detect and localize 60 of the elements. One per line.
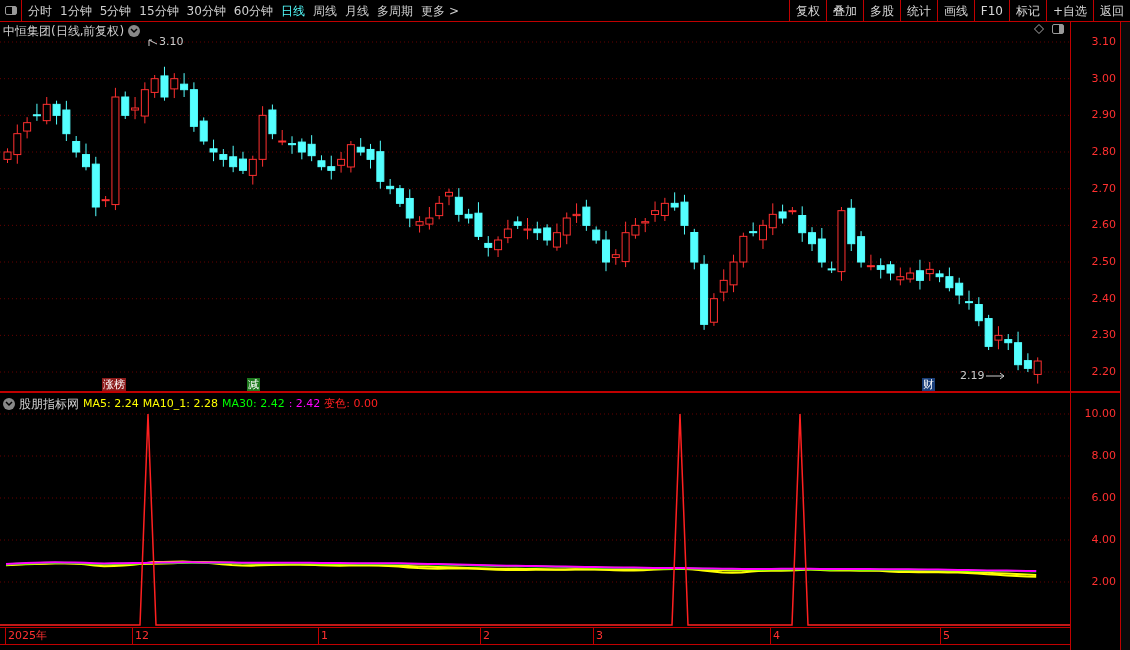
price-tick: 3.00 — [1091, 71, 1116, 86]
indicator-value: MA5: 2.24 — [83, 395, 139, 412]
chart-title: 中恒集团(日线,前复权) — [3, 23, 125, 40]
date-label: 12 — [132, 628, 149, 644]
period-tab[interactable]: 1分钟 — [60, 1, 92, 20]
arrow-icon — [985, 371, 1006, 380]
date-label: 2 — [480, 628, 490, 644]
price-tick: 2.40 — [1091, 291, 1116, 306]
period-tab[interactable]: 60分钟 — [233, 1, 274, 20]
period-tab[interactable]: 多周期 — [377, 1, 414, 20]
toolbar-button[interactable]: F10 — [973, 0, 1009, 21]
toolbar-button[interactable]: 统计 — [899, 0, 937, 21]
arrow-icon — [148, 39, 158, 47]
price-tick: 2.30 — [1091, 328, 1116, 343]
toolbar-button[interactable]: +自选 — [1045, 0, 1093, 21]
indicator-value: : 2.42 — [288, 395, 321, 412]
period-tab[interactable]: 日线 — [281, 1, 306, 20]
event-tag[interactable]: 涨榜 — [102, 378, 126, 391]
price-tick: 2.60 — [1091, 218, 1116, 233]
period-tab[interactable]: 周线 — [313, 1, 338, 20]
event-tag[interactable]: 减 — [247, 378, 260, 391]
date-label: 1 — [318, 628, 328, 644]
indicator-tick: 4.00 — [1091, 533, 1116, 547]
price-tick: 2.20 — [1091, 365, 1116, 379]
date-label: 5 — [940, 628, 950, 644]
indicator-tick: 2.00 — [1091, 575, 1116, 589]
date-label: 4 — [770, 628, 780, 644]
period-tab[interactable]: 分时 — [28, 1, 52, 20]
toolbar-button[interactable]: 复权 — [788, 0, 826, 21]
toolbar-button[interactable]: 画线 — [936, 0, 974, 21]
toolbar-button[interactable]: 叠加 — [825, 0, 863, 21]
indicator-value: MA10_1: 2.28 — [142, 395, 218, 412]
toolbar-button[interactable]: 多股 — [862, 0, 900, 21]
low-price-label: 2.19 — [960, 370, 985, 381]
diamond-icon[interactable] — [1034, 24, 1044, 34]
indicator-tick: 6.00 — [1091, 491, 1116, 505]
event-tag[interactable]: 财 — [922, 378, 935, 391]
period-tab[interactable]: 更多 > — [421, 1, 459, 20]
period-tab[interactable]: 15分钟 — [139, 1, 179, 20]
period-tab[interactable]: 5分钟 — [99, 1, 132, 20]
indicator-value: 变色: 0.00 — [324, 395, 379, 412]
indicator-value: MA30: 2.42 — [221, 395, 285, 412]
toolbar-button[interactable]: 返回 — [1093, 0, 1130, 21]
price-tick: 2.70 — [1091, 181, 1116, 196]
panel-toggle-icon[interactable] — [1052, 24, 1064, 34]
price-tick: 2.80 — [1091, 145, 1116, 159]
date-label: 2025年 — [5, 628, 47, 644]
high-price-label: 3.10 — [159, 36, 184, 47]
indicator-tick: 8.00 — [1091, 449, 1116, 463]
indicator-tick: 10.00 — [1084, 407, 1116, 421]
dropdown-icon[interactable] — [128, 25, 141, 37]
period-tab[interactable]: 月线 — [345, 1, 370, 20]
price-tick: 3.10 — [1091, 35, 1116, 49]
period-tab[interactable]: 30分钟 — [186, 1, 226, 20]
dropdown-icon[interactable] — [3, 398, 15, 410]
indicator-name: 股朋指标网 — [19, 396, 79, 413]
price-tick: 2.90 — [1091, 108, 1116, 123]
date-label: 3 — [593, 628, 603, 644]
toolbar-button[interactable]: 标记 — [1008, 0, 1046, 21]
price-tick: 2.50 — [1091, 255, 1116, 269]
